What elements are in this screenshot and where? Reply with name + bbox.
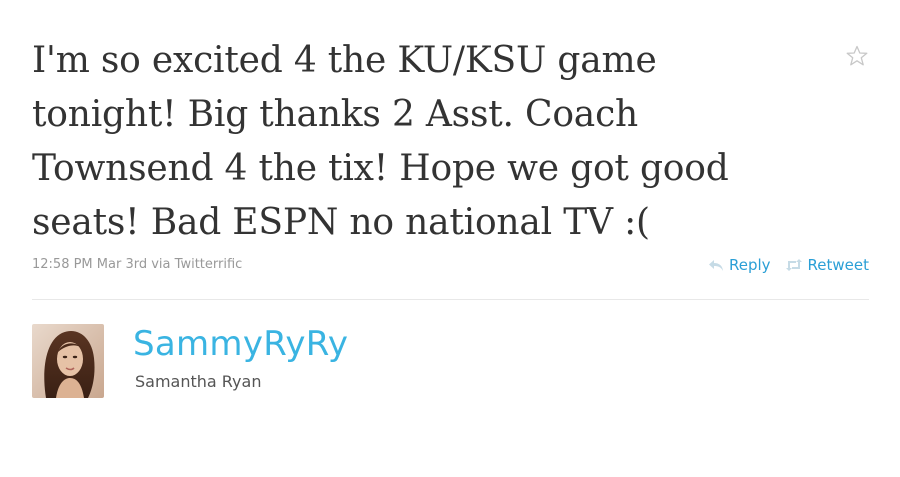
retweet-label: Retweet <box>807 256 869 274</box>
reply-button[interactable]: Reply <box>708 256 771 274</box>
screen-name-link[interactable]: SammyRyRy <box>133 322 348 366</box>
tweet-text-line: Townsend 4 the tix! Hope we got good <box>32 148 729 189</box>
full-name: Samantha Ryan <box>135 372 262 391</box>
retweet-button[interactable]: Retweet <box>785 256 869 274</box>
reply-label: Reply <box>728 256 771 274</box>
tweet-text-line: I'm so excited 4 the KU/KSU game <box>32 40 657 81</box>
tweet-text-line: tonight! Big thanks 2 Asst. Coach <box>32 94 639 135</box>
retweet-icon <box>785 259 803 271</box>
avatar[interactable] <box>32 324 104 398</box>
via-label: via <box>151 257 171 272</box>
tweet-card: I'm so excited 4 the KU/KSU game tonight… <box>0 0 900 477</box>
tweet-text-line: seats! Bad ESPN no national TV :( <box>32 202 650 243</box>
timestamp[interactable]: 12:58 PM Mar 3rd <box>32 257 147 272</box>
tweet-meta: 12:58 PM Mar 3rd via Twitterrific <box>32 257 242 272</box>
reply-arrow-icon <box>708 259 724 272</box>
tweet-actions: Reply Retweet <box>708 256 869 274</box>
divider <box>32 299 869 300</box>
star-icon[interactable] <box>845 44 869 68</box>
client-name[interactable]: Twitterrific <box>175 257 243 272</box>
tweet-text: I'm so excited 4 the KU/KSU game tonight… <box>32 34 822 250</box>
